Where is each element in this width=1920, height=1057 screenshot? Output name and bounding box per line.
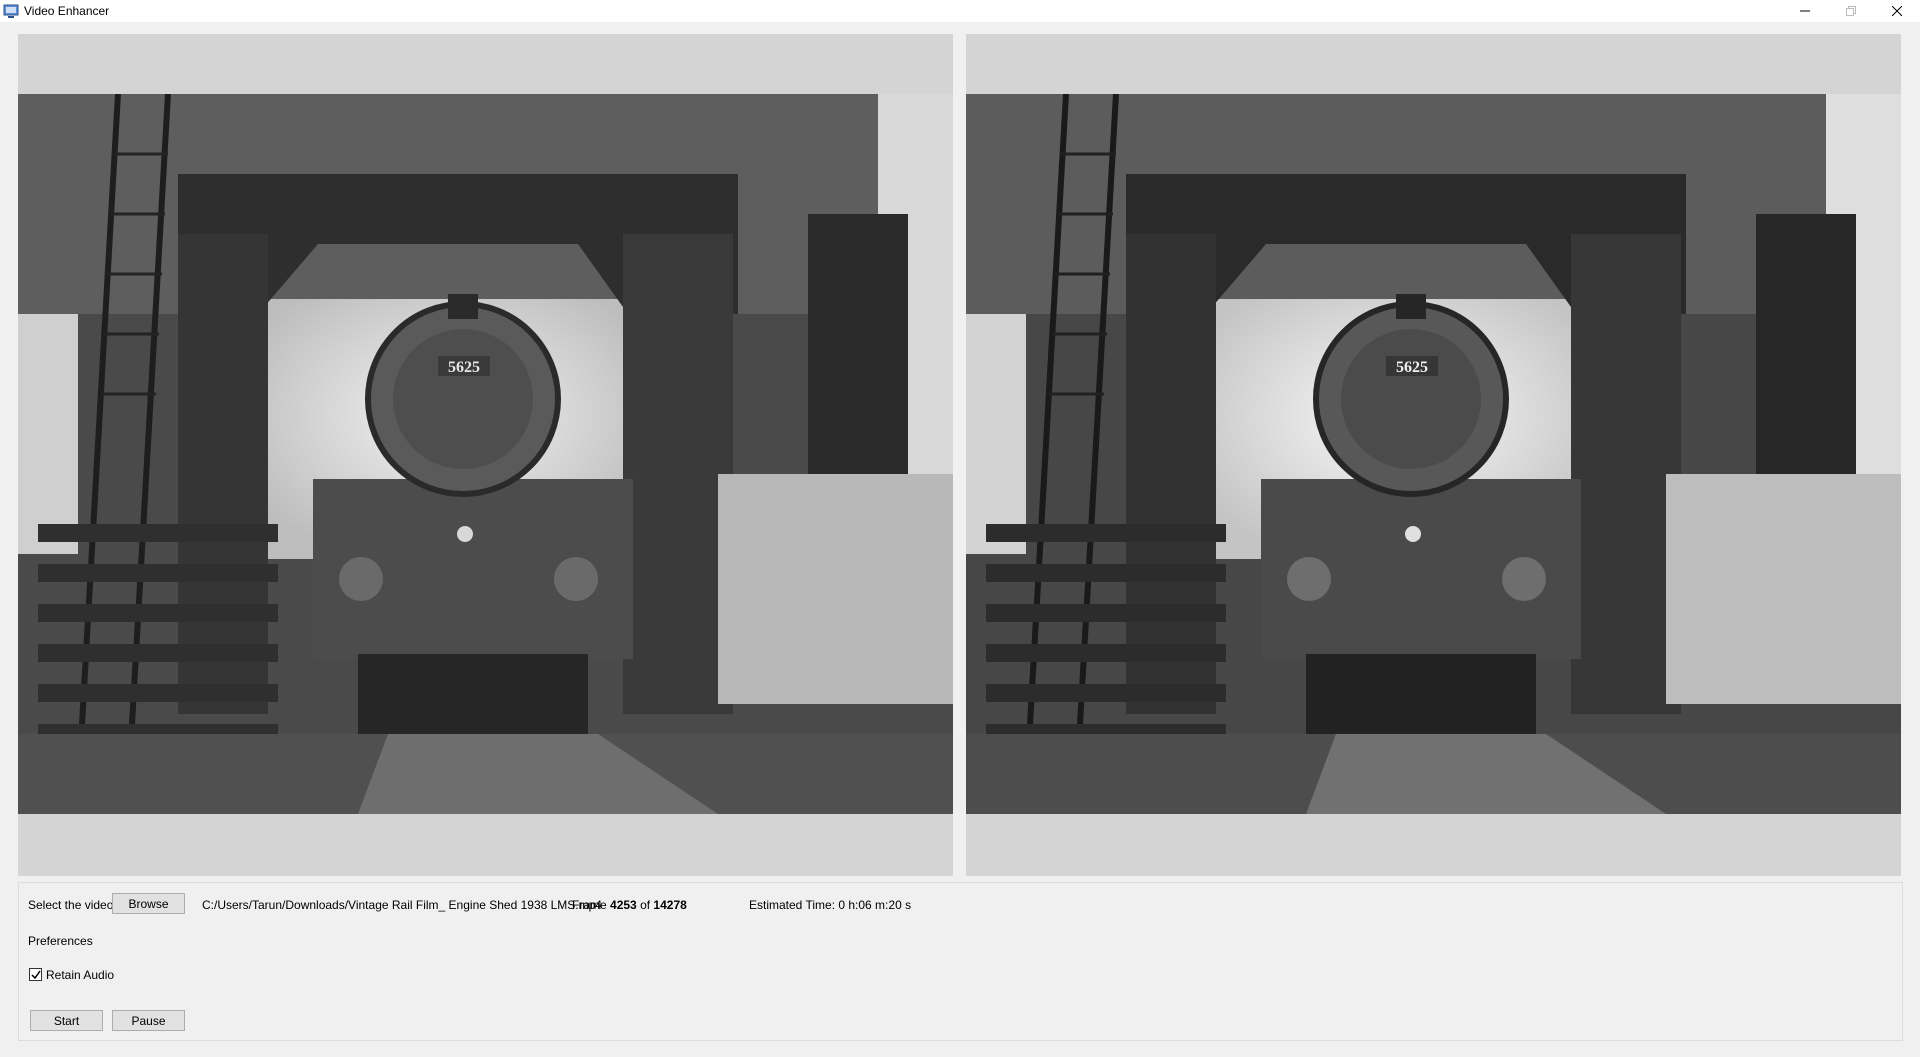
close-icon [1892,6,1902,16]
enhanced-video-frame: 5625 [966,94,1901,814]
frame-total: 14278 [653,898,687,912]
preferences-label: Preferences [28,934,93,948]
minimize-button[interactable] [1782,0,1828,22]
frame-of: of [640,898,651,912]
locomotive-number-enhanced: 5625 [1396,359,1428,376]
enhanced-video-panel: 5625 [966,34,1901,876]
app-icon [3,4,19,18]
minimize-icon [1800,10,1810,12]
maximize-button[interactable] [1828,0,1874,22]
window-title: Video Enhancer [24,4,110,18]
original-video-image: 5625 [18,94,953,814]
locomotive-number: 5625 [448,359,480,376]
check-icon [30,970,41,979]
title-bar: Video Enhancer [0,0,1920,22]
pause-button[interactable]: Pause [112,1010,185,1031]
controls-panel: Select the video Browse C:/Users/Tarun/D… [18,882,1903,1041]
original-video-frame: 5625 [18,94,953,814]
select-video-label: Select the video [28,898,114,912]
maximize-icon [1846,6,1856,16]
retain-audio-checkbox[interactable] [29,968,42,981]
browse-button[interactable]: Browse [112,893,185,914]
estimated-time: Estimated Time: 0 h:06 m:20 s [749,898,912,912]
retain-audio-label: Retain Audio [46,968,115,982]
frame-prefix: Frame [572,898,607,912]
close-button[interactable] [1874,0,1920,22]
start-button[interactable]: Start [30,1010,103,1031]
frame-current: 4253 [610,898,637,912]
file-path: C:/Users/Tarun/Downloads/Vintage Rail Fi… [202,898,602,912]
enhanced-video-image: 5625 [966,94,1901,814]
original-video-panel: 5625 [18,34,953,876]
frame-counter: Frame 4253 of 14278 [572,898,687,912]
